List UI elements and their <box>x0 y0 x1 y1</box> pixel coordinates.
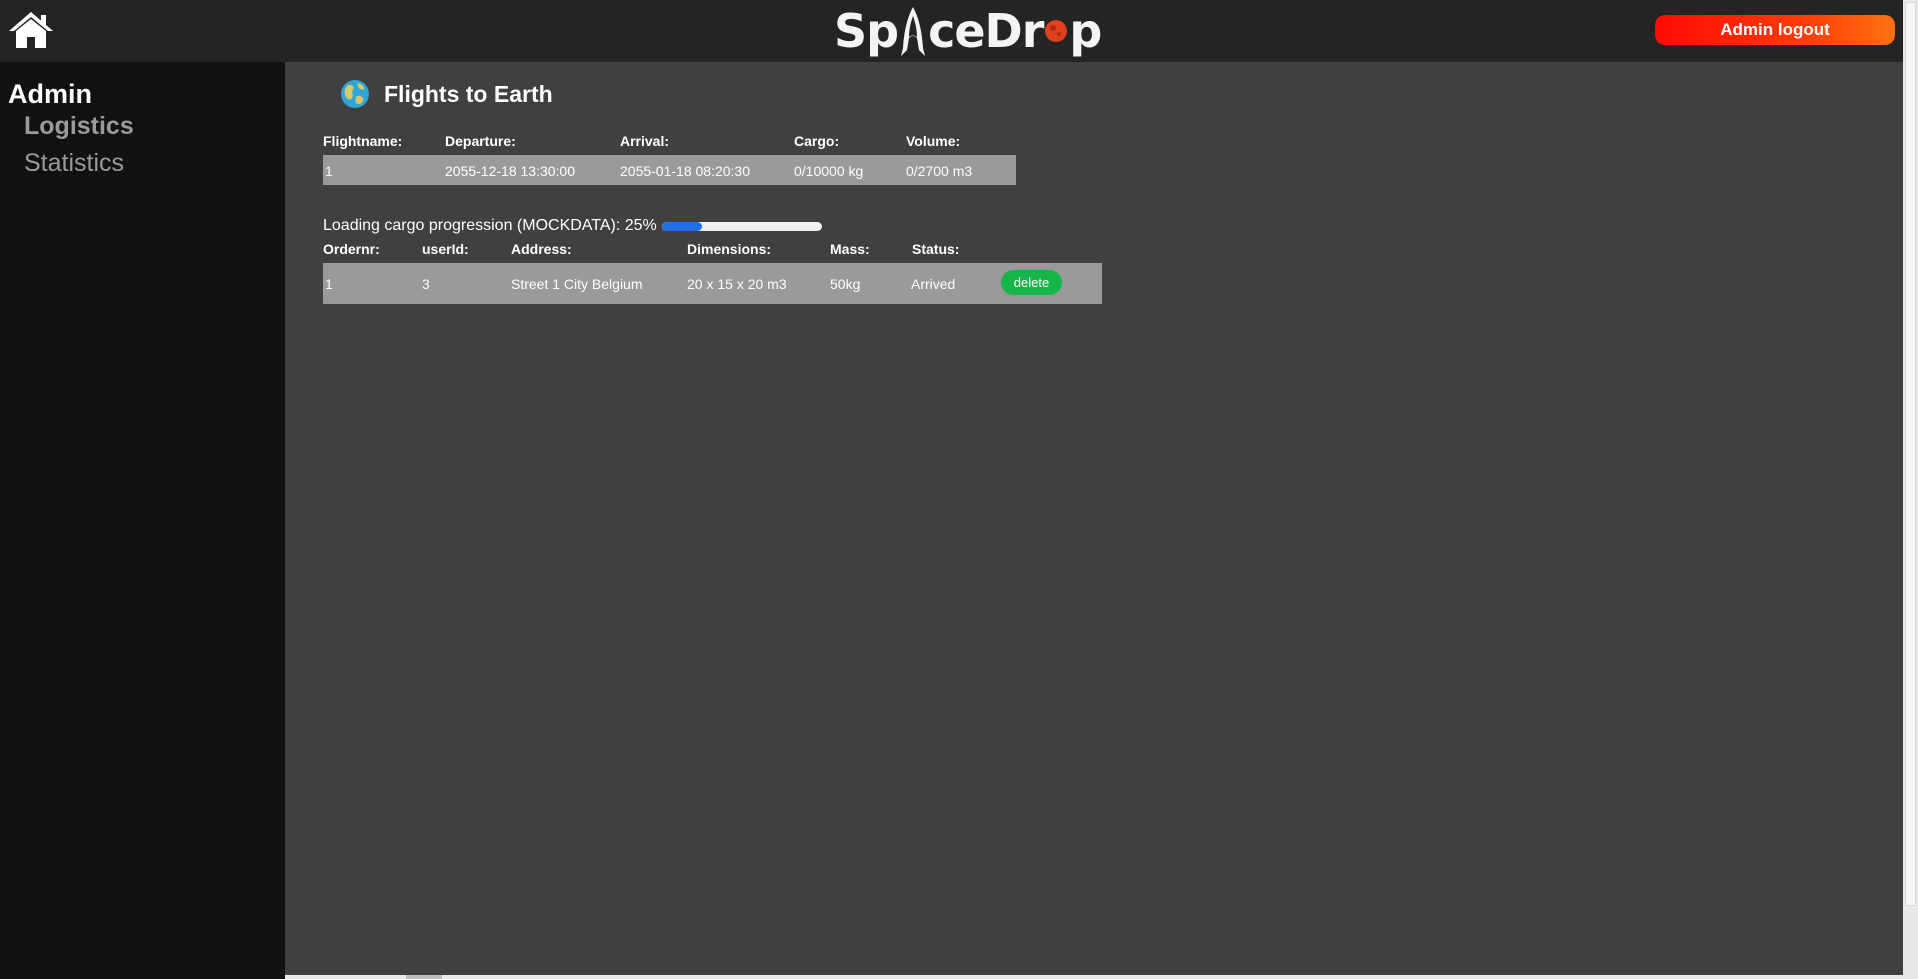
progress-bar-fill <box>661 221 702 231</box>
cell-dimensions: 20 x 15 x 20 m3 <box>687 276 787 292</box>
header-address: Address: <box>511 241 572 257</box>
sidebar-title: Admin <box>8 79 92 109</box>
header-userid: userId: <box>422 241 469 257</box>
table-row[interactable]: 1 2055-12-18 13:30:00 2055-01-18 08:20:3… <box>323 155 1016 185</box>
home-icon <box>9 12 53 48</box>
progress-label: Loading cargo progression (MOCKDATA): 25… <box>323 217 657 234</box>
progress-bar <box>661 221 822 231</box>
order-table-header: Ordernr: userId: Address: Dimensions: Ma… <box>323 241 1102 263</box>
sidebar-item-statistics[interactable]: Statistics <box>24 149 124 178</box>
cell-departure: 2055-12-18 13:30:00 <box>445 163 575 179</box>
header-ordernr: Ordernr: <box>323 241 380 257</box>
home-button[interactable] <box>8 10 54 50</box>
cell-ordernr: 1 <box>325 276 333 292</box>
cell-mass: 50kg <box>830 276 861 292</box>
admin-logout-button[interactable]: Admin logout <box>1655 15 1895 45</box>
header-arrival: Arrival: <box>620 133 670 149</box>
table-row[interactable]: 1 3 Street 1 City Belgium 20 x 15 x 20 m… <box>323 263 1102 304</box>
rocket-icon <box>901 7 926 56</box>
horizontal-scrollbar-thumb[interactable] <box>406 975 442 979</box>
header-flightname: Flightname: <box>323 133 403 149</box>
header-dimensions: Dimensions: <box>687 241 772 257</box>
cargo-progress: Loading cargo progression (MOCKDATA): 25… <box>323 217 822 235</box>
header-departure: Departure: <box>445 133 516 149</box>
cell-address: Street 1 City Belgium <box>511 276 643 292</box>
header-mass: Mass: <box>830 241 870 257</box>
sidebar: Admin Logistics Statistics <box>0 62 285 979</box>
cell-status: Arrived <box>911 276 956 292</box>
cell-flightname: 1 <box>325 163 333 179</box>
flight-table: Flightname: Departure: Arrival: Cargo: V… <box>323 133 1016 185</box>
spacedrop-logo: Sp ceDr p <box>834 4 1102 58</box>
cell-arrival: 2055-01-18 08:20:30 <box>620 163 750 179</box>
horizontal-scrollbar[interactable] <box>285 975 1903 979</box>
page-header: Flights to Earth <box>340 78 553 110</box>
scrollbar-thumb[interactable] <box>1905 2 1916 906</box>
planet-icon <box>1045 20 1068 42</box>
cell-volume: 0/2700 m3 <box>906 163 973 179</box>
header-cargo: Cargo: <box>794 133 840 149</box>
cell-cargo: 0/10000 kg <box>794 163 864 179</box>
header-volume: Volume: <box>906 133 961 149</box>
top-bar: Sp ceDr p Admin logout <box>0 0 1903 62</box>
sidebar-item-logistics[interactable]: Logistics <box>24 112 134 141</box>
page-title: Flights to Earth <box>384 80 553 107</box>
header-status: Status: <box>912 241 960 257</box>
vertical-scrollbar[interactable] <box>1903 0 1918 979</box>
flight-table-header: Flightname: Departure: Arrival: Cargo: V… <box>323 133 1016 155</box>
cell-userid: 3 <box>422 276 430 292</box>
earth-icon <box>341 80 369 108</box>
order-table: Ordernr: userId: Address: Dimensions: Ma… <box>323 241 1102 304</box>
delete-button[interactable]: delete <box>1001 270 1062 295</box>
